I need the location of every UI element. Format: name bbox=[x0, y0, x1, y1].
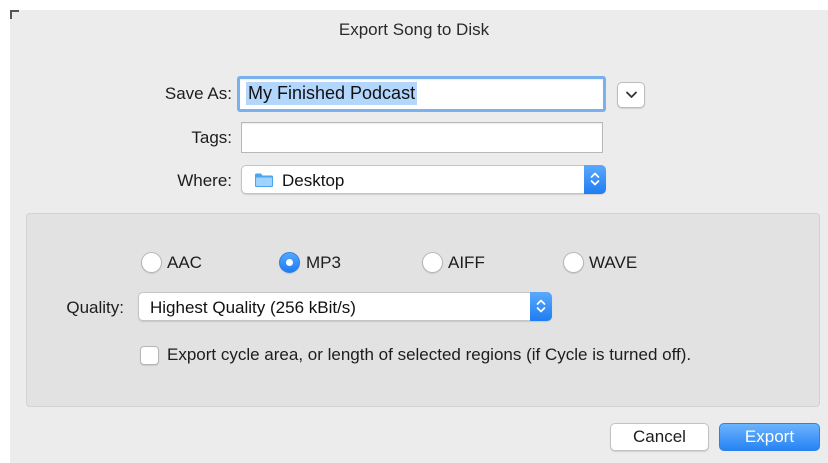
up-down-arrows-icon bbox=[590, 172, 600, 186]
radio-mp3[interactable] bbox=[279, 252, 300, 273]
where-value: Desktop bbox=[282, 171, 345, 190]
where-label: Where: bbox=[177, 171, 232, 190]
radio-mp3-label: MP3 bbox=[306, 253, 341, 272]
folder-icon bbox=[255, 173, 273, 187]
quality-stepper bbox=[530, 292, 552, 321]
save-as-label: Save As: bbox=[164, 84, 232, 103]
tags-field[interactable] bbox=[241, 122, 603, 153]
where-popup[interactable]: Desktop bbox=[241, 165, 606, 194]
radio-aac-label: AAC bbox=[167, 253, 202, 272]
export-cycle-checkbox[interactable] bbox=[140, 346, 159, 365]
up-down-arrows-icon bbox=[536, 299, 546, 313]
export-cycle-label: Export cycle area, or length of selected… bbox=[167, 345, 692, 364]
tags-label: Tags: bbox=[191, 128, 232, 147]
radio-wave-label: WAVE bbox=[589, 253, 638, 272]
quality-popup[interactable]: Highest Quality (256 kBit/s) bbox=[138, 292, 552, 321]
quality-value: Highest Quality (256 kBit/s) bbox=[150, 298, 356, 317]
window-corner-mark bbox=[10, 10, 19, 19]
radio-wave[interactable] bbox=[563, 252, 584, 273]
radio-aiff[interactable] bbox=[422, 252, 443, 273]
radio-aiff-label: AIFF bbox=[448, 253, 485, 272]
expand-save-panel-button[interactable] bbox=[617, 82, 645, 108]
radio-aac[interactable] bbox=[141, 252, 162, 273]
dialog-title: Export Song to Disk bbox=[338, 20, 490, 39]
chevron-down-icon bbox=[626, 91, 637, 98]
export-button[interactable]: Export bbox=[719, 423, 820, 451]
cancel-button[interactable]: Cancel bbox=[610, 423, 709, 451]
save-as-field[interactable]: My Finished Podcast bbox=[237, 76, 606, 112]
save-as-value: My Finished Podcast bbox=[246, 82, 418, 105]
where-stepper bbox=[584, 165, 606, 194]
quality-label: Quality: bbox=[66, 298, 124, 317]
